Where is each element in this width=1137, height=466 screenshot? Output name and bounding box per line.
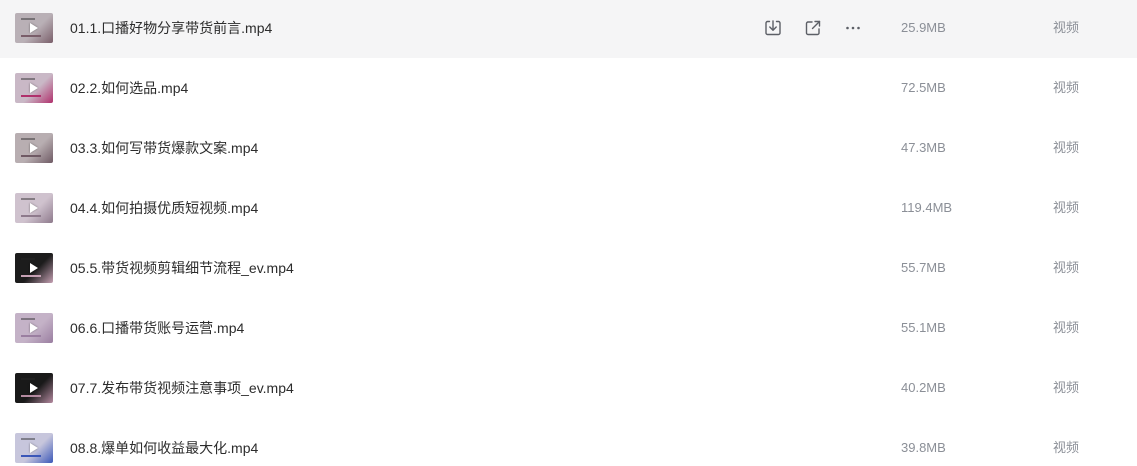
thumbnail-detail	[21, 335, 41, 337]
thumbnail-detail	[21, 18, 35, 20]
thumbnail-detail	[21, 378, 35, 380]
file-name[interactable]: 01.1.口播好物分享带货前言.mp4	[70, 18, 272, 38]
play-icon	[30, 143, 38, 153]
play-icon	[30, 383, 38, 393]
file-size: 40.2MB	[901, 380, 946, 395]
video-thumbnail[interactable]	[15, 253, 53, 283]
play-icon	[30, 443, 38, 453]
share-button[interactable]	[803, 18, 823, 38]
share-icon	[803, 18, 823, 38]
file-type: 视频	[1053, 140, 1080, 155]
thumbnail-detail	[21, 438, 35, 440]
thumbnail-detail	[21, 455, 41, 457]
file-row[interactable]: 05.5.带货视频剪辑细节流程_ev.mp4 55.7MB 视频	[0, 238, 1137, 298]
download-icon	[763, 18, 783, 38]
video-thumbnail[interactable]	[15, 73, 53, 103]
file-type: 视频	[1053, 80, 1080, 95]
play-icon	[30, 263, 38, 273]
thumbnail-detail	[21, 138, 35, 140]
video-thumbnail[interactable]	[15, 433, 53, 463]
play-icon	[30, 323, 38, 333]
thumbnail-detail	[21, 198, 35, 200]
file-row[interactable]: 01.1.口播好物分享带货前言.mp4 25.9MB 视频	[0, 0, 1137, 58]
file-row[interactable]: 08.8.爆单如何收益最大化.mp4 39.8MB 视频	[0, 418, 1137, 466]
file-type: 视频	[1053, 20, 1080, 35]
more-button[interactable]	[843, 18, 863, 38]
video-thumbnail[interactable]	[15, 193, 53, 223]
file-name[interactable]: 06.6.口播带货账号运营.mp4	[70, 318, 244, 338]
file-type: 视频	[1053, 320, 1080, 335]
video-thumbnail[interactable]	[15, 133, 53, 163]
thumbnail-detail	[21, 155, 41, 157]
video-thumbnail[interactable]	[15, 13, 53, 43]
file-type: 视频	[1053, 440, 1080, 455]
file-name[interactable]: 02.2.如何选品.mp4	[70, 78, 188, 98]
file-size: 25.9MB	[901, 20, 946, 35]
file-name[interactable]: 07.7.发布带货视频注意事项_ev.mp4	[70, 378, 294, 398]
file-row[interactable]: 04.4.如何拍摄优质短视频.mp4 119.4MB 视频	[0, 178, 1137, 238]
thumbnail-detail	[21, 35, 41, 37]
file-size: 55.7MB	[901, 260, 946, 275]
file-size: 72.5MB	[901, 80, 946, 95]
thumbnail-detail	[21, 275, 41, 277]
thumbnail-detail	[21, 215, 41, 217]
file-name[interactable]: 04.4.如何拍摄优质短视频.mp4	[70, 198, 258, 218]
file-row[interactable]: 03.3.如何写带货爆款文案.mp4 47.3MB 视频	[0, 118, 1137, 178]
file-type: 视频	[1053, 260, 1080, 275]
more-icon	[843, 18, 863, 38]
file-name[interactable]: 03.3.如何写带货爆款文案.mp4	[70, 138, 258, 158]
thumbnail-detail	[21, 395, 41, 397]
download-button[interactable]	[763, 18, 783, 38]
file-row[interactable]: 07.7.发布带货视频注意事项_ev.mp4 40.2MB 视频	[0, 358, 1137, 418]
file-size: 39.8MB	[901, 440, 946, 455]
thumbnail-detail	[21, 258, 35, 260]
file-row[interactable]: 02.2.如何选品.mp4 72.5MB 视频	[0, 58, 1137, 118]
file-row[interactable]: 06.6.口播带货账号运营.mp4 55.1MB 视频	[0, 298, 1137, 358]
play-icon	[30, 23, 38, 33]
thumbnail-detail	[21, 78, 35, 80]
video-thumbnail[interactable]	[15, 373, 53, 403]
file-type: 视频	[1053, 200, 1080, 215]
play-icon	[30, 203, 38, 213]
play-icon	[30, 83, 38, 93]
video-thumbnail[interactable]	[15, 313, 53, 343]
thumbnail-detail	[21, 95, 41, 97]
file-name[interactable]: 08.8.爆单如何收益最大化.mp4	[70, 438, 258, 458]
file-name[interactable]: 05.5.带货视频剪辑细节流程_ev.mp4	[70, 258, 294, 278]
file-size: 119.4MB	[901, 200, 953, 215]
file-list: 01.1.口播好物分享带货前言.mp4 25.9MB 视频 02.2.如何选品.mp4…	[0, 0, 1137, 466]
file-size: 55.1MB	[901, 320, 946, 335]
file-type: 视频	[1053, 380, 1080, 395]
thumbnail-detail	[21, 318, 35, 320]
file-size: 47.3MB	[901, 140, 946, 155]
